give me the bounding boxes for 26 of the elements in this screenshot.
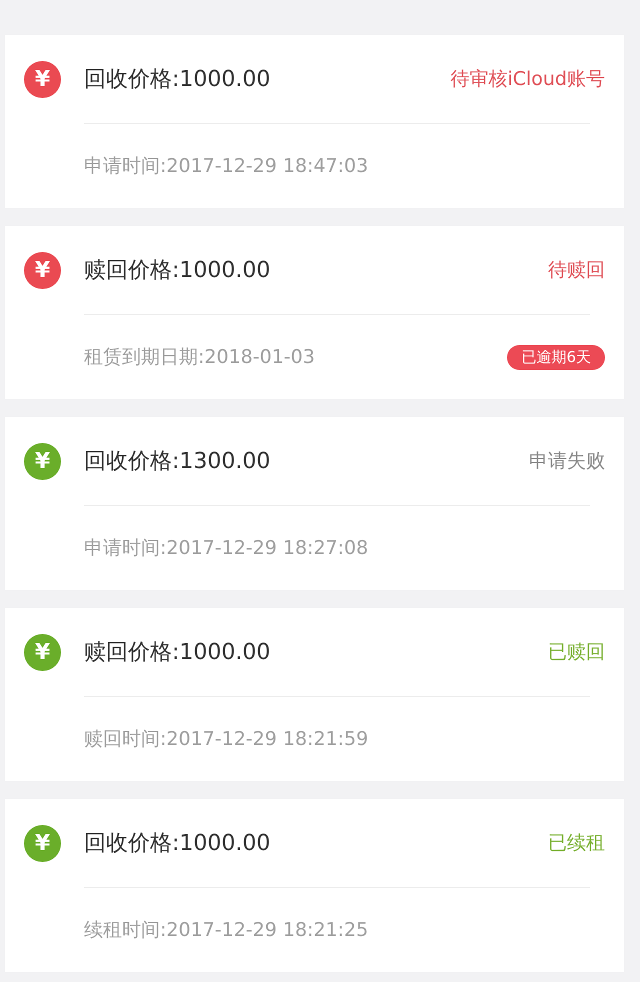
yuan-icon: ¥ xyxy=(24,60,61,98)
price-label: 回收价格:1000.00 xyxy=(84,66,272,94)
record-card[interactable]: ¥ 回收价格:1300.00 申请失败 申请时间:2017-12-29 18:27:08 xyxy=(5,417,624,590)
overdue-badge: 已逾期6天 xyxy=(507,344,605,370)
price-label: 赎回价格:1000.00 xyxy=(84,257,272,285)
status-label: 已续租 xyxy=(548,831,605,856)
yuan-icon: ¥ xyxy=(24,634,61,670)
status-label: 申请失败 xyxy=(529,449,605,474)
time-label: 申请时间:2017-12-29 18:27:08 xyxy=(84,536,370,561)
status-label: 已赎回 xyxy=(548,640,605,665)
yuan-icon: ¥ xyxy=(24,824,61,862)
price-label: 赎回价格:1000.00 xyxy=(84,639,272,667)
yuan-icon: ¥ xyxy=(24,442,61,480)
time-label: 申请时间:2017-12-29 18:47:03 xyxy=(84,154,370,179)
record-card[interactable]: ¥ 回收价格:1000.00 待审核iCloud账号 申请时间:2017-12-29 18:47:03 xyxy=(5,35,624,208)
time-label: 租赁到期日期:2018-01-03 xyxy=(84,345,316,370)
price-label: 回收价格:1300.00 xyxy=(84,448,272,476)
time-label: 续租时间:2017-12-29 18:21:25 xyxy=(84,918,370,943)
yuan-icon: ¥ xyxy=(24,252,61,288)
status-label: 待赎回 xyxy=(548,258,605,283)
record-card[interactable]: ¥ 赎回价格:1000.00 已赎回 赎回时间:2017-12-29 18:21:59 xyxy=(5,608,624,781)
time-label: 赎回时间:2017-12-29 18:21:59 xyxy=(84,727,370,752)
status-label: 待审核iCloud账号 xyxy=(450,67,605,92)
record-card[interactable]: ¥ 赎回价格:1000.00 待赎回 租赁到期日期:2018-01-03 已逾期6天 xyxy=(5,226,624,399)
price-label: 回收价格:1000.00 xyxy=(84,830,272,858)
record-card[interactable]: ¥ 回收价格:1000.00 已续租 续租时间:2017-12-29 18:21:25 xyxy=(5,799,624,972)
